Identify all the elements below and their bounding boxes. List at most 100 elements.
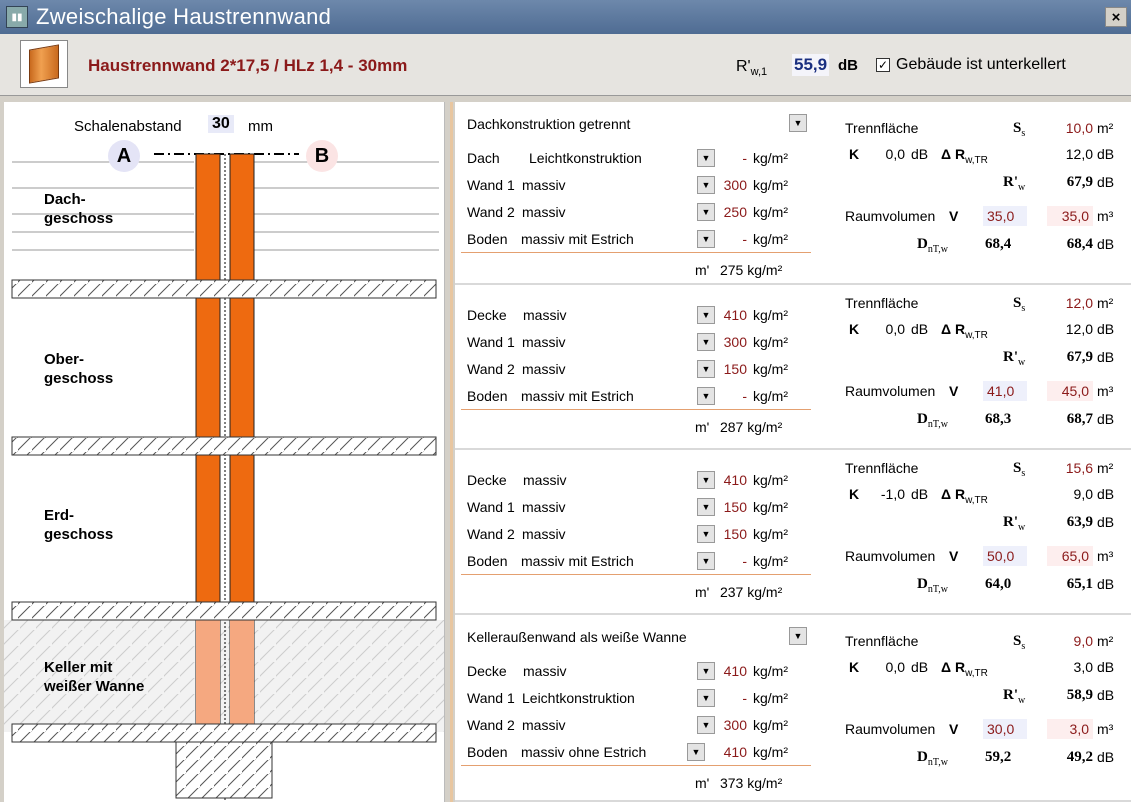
mass-value[interactable]: 410 xyxy=(721,305,747,325)
k-value[interactable]: 0,0 xyxy=(869,321,905,337)
section-dach: Dachkonstruktion getrennt ▼ Dach Leichtko… xyxy=(455,102,1131,285)
chevron-down-icon[interactable]: ▼ xyxy=(697,525,715,543)
material-select[interactable]: massiv xyxy=(523,661,567,681)
chevron-down-icon[interactable]: ▼ xyxy=(697,498,715,516)
volume-b-input[interactable]: 35,0 xyxy=(1047,206,1093,226)
material-select[interactable]: massiv mit Estrich xyxy=(521,229,634,249)
mass-value[interactable]: - xyxy=(721,386,747,406)
k-value[interactable]: 0,0 xyxy=(869,146,905,162)
chevron-down-icon[interactable]: ▼ xyxy=(697,360,715,378)
mass-value[interactable]: - xyxy=(721,229,747,249)
material-select[interactable]: massiv xyxy=(522,332,566,352)
k-value[interactable]: 0,0 xyxy=(869,659,905,675)
material-select[interactable]: massiv xyxy=(523,470,567,490)
chevron-down-icon[interactable]: ▼ xyxy=(697,203,715,221)
checkbox-icon[interactable]: ✓ xyxy=(876,58,890,72)
close-button[interactable]: × xyxy=(1105,7,1127,27)
mass-unit: kg/m² xyxy=(753,307,788,323)
material-select[interactable]: massiv xyxy=(522,175,566,195)
chevron-down-icon[interactable]: ▼ xyxy=(697,333,715,351)
chevron-down-icon[interactable]: ▼ xyxy=(697,149,715,167)
k-label: K xyxy=(849,146,860,162)
mass-value[interactable]: - xyxy=(721,551,747,571)
volume-b-input[interactable]: 65,0 xyxy=(1047,546,1093,566)
volume-a-input[interactable]: 50,0 xyxy=(983,546,1027,566)
chevron-down-icon[interactable]: ▼ xyxy=(789,627,807,645)
v-label: V xyxy=(949,548,959,564)
material-select[interactable]: Leichtkonstruktion xyxy=(522,688,635,708)
material-select[interactable]: massiv mit Estrich xyxy=(521,551,634,571)
row-label: Decke xyxy=(467,663,507,679)
ss-label: Ss xyxy=(1013,295,1026,314)
chevron-down-icon[interactable]: ▼ xyxy=(697,306,715,324)
k-unit: dB xyxy=(911,321,929,337)
volume-a-input[interactable]: 30,0 xyxy=(983,719,1027,739)
material-select[interactable]: massiv xyxy=(523,305,567,325)
spacing-label: Schalenabstand xyxy=(74,118,182,135)
delta-r-unit: dB xyxy=(1097,659,1115,675)
delta-r-label: Δ Rw,TR xyxy=(941,659,988,679)
chevron-down-icon[interactable]: ▼ xyxy=(697,689,715,707)
mass-value[interactable]: 150 xyxy=(721,497,747,517)
mass-value[interactable]: 150 xyxy=(721,359,747,379)
rw-section-value: 67,9 xyxy=(1066,349,1093,365)
volume-a-input[interactable]: 41,0 xyxy=(983,381,1027,401)
mass-value[interactable]: 250 xyxy=(721,202,747,222)
chevron-down-icon[interactable]: ▼ xyxy=(697,230,715,248)
mass-unit: kg/m² xyxy=(753,361,788,377)
chevron-down-icon[interactable]: ▼ xyxy=(697,552,715,570)
ss-value[interactable]: 12,0 xyxy=(1055,295,1093,311)
mass-value[interactable]: 300 xyxy=(721,175,747,195)
ss-value[interactable]: 9,0 xyxy=(1055,633,1093,649)
chevron-down-icon[interactable]: ▼ xyxy=(697,176,715,194)
raumvolumen-label: Raumvolumen xyxy=(845,208,936,224)
floor-label-ober: Ober-geschoss xyxy=(44,351,114,387)
material-select[interactable]: Leichtkonstruktion xyxy=(529,148,642,168)
volume-a-input[interactable]: 35,0 xyxy=(983,206,1027,226)
volume-b-input[interactable]: 3,0 xyxy=(1047,719,1093,739)
mass-value[interactable]: 410 xyxy=(721,470,747,490)
wall-type-icon[interactable] xyxy=(20,40,68,88)
chevron-down-icon[interactable]: ▼ xyxy=(687,743,705,761)
ss-value[interactable]: 15,6 xyxy=(1055,460,1093,476)
ss-label: Ss xyxy=(1013,120,1026,139)
material-select[interactable]: massiv xyxy=(522,497,566,517)
k-value[interactable]: -1,0 xyxy=(869,486,905,502)
spacing-input[interactable]: 30 xyxy=(208,115,234,133)
chevron-down-icon[interactable]: ▼ xyxy=(697,716,715,734)
dnt-unit: dB xyxy=(1097,576,1115,592)
mass-value[interactable]: 150 xyxy=(721,524,747,544)
chevron-down-icon[interactable]: ▼ xyxy=(697,387,715,405)
material-row: Decke massiv ▼ 410 kg/m² xyxy=(467,470,807,490)
basement-checkbox[interactable]: ✓ Gebäude ist unterkellert xyxy=(876,56,1066,74)
mass-value[interactable]: 300 xyxy=(721,332,747,352)
ss-value[interactable]: 10,0 xyxy=(1055,120,1093,136)
material-select[interactable]: massiv xyxy=(522,715,566,735)
mass-value[interactable]: - xyxy=(721,148,747,168)
section-title: Kelleraußenwand als weiße Wanne xyxy=(467,629,687,645)
material-select[interactable]: massiv xyxy=(522,524,566,544)
k-label: K xyxy=(849,486,860,502)
chevron-down-icon[interactable]: ▼ xyxy=(697,662,715,680)
volume-b-input[interactable]: 45,0 xyxy=(1047,381,1093,401)
panel-divider xyxy=(450,102,453,802)
material-select[interactable]: massiv xyxy=(522,359,566,379)
mass-value[interactable]: 410 xyxy=(721,742,747,762)
material-select[interactable]: massiv ohne Estrich xyxy=(521,742,646,762)
mass-value[interactable]: - xyxy=(721,688,747,708)
dnt-b-value: 49,2 xyxy=(1066,749,1093,765)
delta-r-value: 12,0 xyxy=(1065,146,1093,162)
mass-value[interactable]: 300 xyxy=(721,715,747,735)
mass-value[interactable]: 410 xyxy=(721,661,747,681)
wall-name: Haustrennwand 2*17,5 / HLz 1,4 - 30mm xyxy=(88,56,408,75)
k-unit: dB xyxy=(911,146,929,162)
material-row: Decke massiv ▼ 410 kg/m² xyxy=(467,661,807,681)
rw-value: 55,9 xyxy=(792,54,830,76)
material-select[interactable]: massiv xyxy=(522,202,566,222)
chevron-down-icon[interactable]: ▼ xyxy=(789,114,807,132)
row-label: Wand 1 xyxy=(467,334,515,350)
chevron-down-icon[interactable]: ▼ xyxy=(697,471,715,489)
material-select[interactable]: massiv mit Estrich xyxy=(521,386,634,406)
mass-unit: kg/m² xyxy=(753,717,788,733)
material-row: Wand 1 massiv ▼ 300 kg/m² xyxy=(467,175,807,195)
